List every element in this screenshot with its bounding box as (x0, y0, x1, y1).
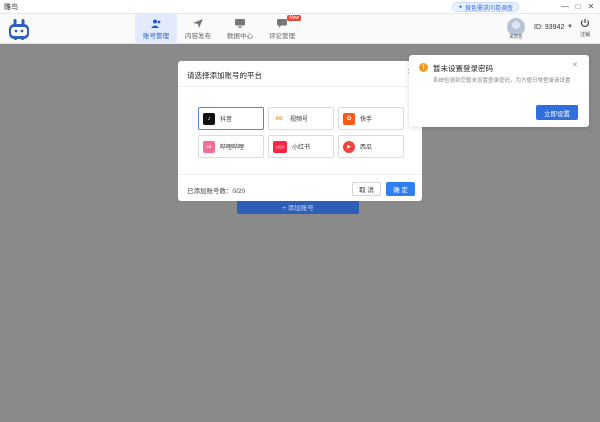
douyin-icon: ♪ (203, 112, 215, 125)
user-id[interactable]: ID: 93942 (534, 24, 564, 31)
survey-link[interactable]: ✦ 搜色需求问卷调查 (452, 2, 520, 12)
nav-label: 评论管理 (269, 32, 295, 40)
warning-icon: ! (419, 63, 428, 72)
nav-label: 内容发布 (185, 32, 211, 40)
comment-icon (277, 18, 287, 28)
notification-title: 暂未设置登录密码 (433, 64, 493, 73)
xiaohongshu-icon: 小红书 (273, 140, 287, 153)
platform-select-dialog: 请选择添加账号的平台 ✕ ♪ 抖音 ∞ 视频号 ✿ 快手 bili 哔哩哔哩 小… (178, 61, 422, 201)
nav-label: 数据中心 (227, 32, 253, 40)
nav-item-data-center[interactable]: 数据中心 (219, 14, 261, 44)
platform-option-bilibili[interactable]: bili 哔哩哔哩 (198, 135, 264, 158)
platform-label: 西瓜 (360, 145, 373, 151)
platform-label: 视频号 (290, 117, 309, 123)
send-icon (193, 18, 203, 28)
gift-icon: ✦ (458, 4, 464, 11)
users-icon (151, 19, 161, 28)
platform-label: 小红书 (292, 145, 311, 151)
cancel-button[interactable]: 取 消 (352, 182, 381, 196)
xigua-icon: ▶ (343, 140, 355, 153)
nav-item-content-publish[interactable]: 内容发布 (177, 14, 219, 44)
app-logo-icon (9, 19, 29, 40)
platform-option-douyin[interactable]: ♪ 抖音 (198, 107, 264, 130)
minimize-button[interactable]: — (560, 2, 570, 12)
password-notification: ! 暂未设置登录密码 ✕ 系统检测到您暂未设置登录密码，为方便日常登录请设置 立… (409, 55, 589, 127)
divider (178, 86, 422, 87)
close-window-button[interactable]: ✕ (586, 2, 596, 12)
monitor-icon (235, 18, 245, 28)
logout-label: 注销 (579, 32, 590, 38)
set-password-button[interactable]: 立即设置 (536, 105, 578, 120)
dialog-title: 请选择添加账号的平台 (187, 71, 262, 80)
nav-label: 账号管理 (143, 32, 169, 40)
survey-label: 搜色需求问卷调查 (465, 5, 514, 12)
main-nav: 账号管理 内容发布 数据中心 评论管理 New (135, 14, 303, 44)
platform-label: 哔哩哔哩 (220, 145, 245, 151)
maximize-button[interactable]: □ (573, 2, 583, 12)
window-title: 雕鸟 (4, 3, 18, 11)
window-titlebar: 雕鸟 ✦ 搜色需求问卷调查 — □ ✕ (0, 0, 600, 14)
platform-option-xigua[interactable]: ▶ 西瓜 (338, 135, 404, 158)
add-account-button[interactable]: + 添加账号 (237, 200, 359, 214)
bilibili-icon: bili (203, 140, 215, 153)
notification-body: 系统检测到您暂未设置登录密码，为方便日常登录请设置 (433, 78, 571, 84)
account-count: 已添加账号数：0/20 (187, 188, 246, 195)
confirm-button[interactable]: 确 定 (386, 182, 415, 196)
platform-label: 快手 (360, 117, 373, 123)
kuaishou-icon: ✿ (343, 112, 355, 125)
logout-icon (580, 19, 590, 27)
channels-icon: ∞ (273, 112, 285, 125)
divider (178, 174, 422, 175)
logout-button[interactable]: 注销 (577, 18, 593, 38)
nav-item-comment-management[interactable]: 评论管理 New (261, 14, 303, 44)
platform-option-kuaishou[interactable]: ✿ 快手 (338, 107, 404, 130)
nav-item-account-management[interactable]: 账号管理 (135, 14, 177, 44)
platform-label: 抖音 (220, 117, 233, 123)
platform-option-xiaohongshu[interactable]: 小红书 小红书 (268, 135, 334, 158)
close-icon[interactable]: ✕ (572, 61, 578, 69)
new-badge: New (286, 15, 301, 21)
platform-grid: ♪ 抖音 ∞ 视频号 ✿ 快手 bili 哔哩哔哩 小红书 小红书 ▶ 西瓜 (198, 107, 404, 158)
platform-option-channels[interactable]: ∞ 视频号 (268, 107, 334, 130)
verification-tag: 未实名 (509, 34, 523, 39)
chevron-down-icon[interactable]: ▼ (567, 24, 573, 30)
